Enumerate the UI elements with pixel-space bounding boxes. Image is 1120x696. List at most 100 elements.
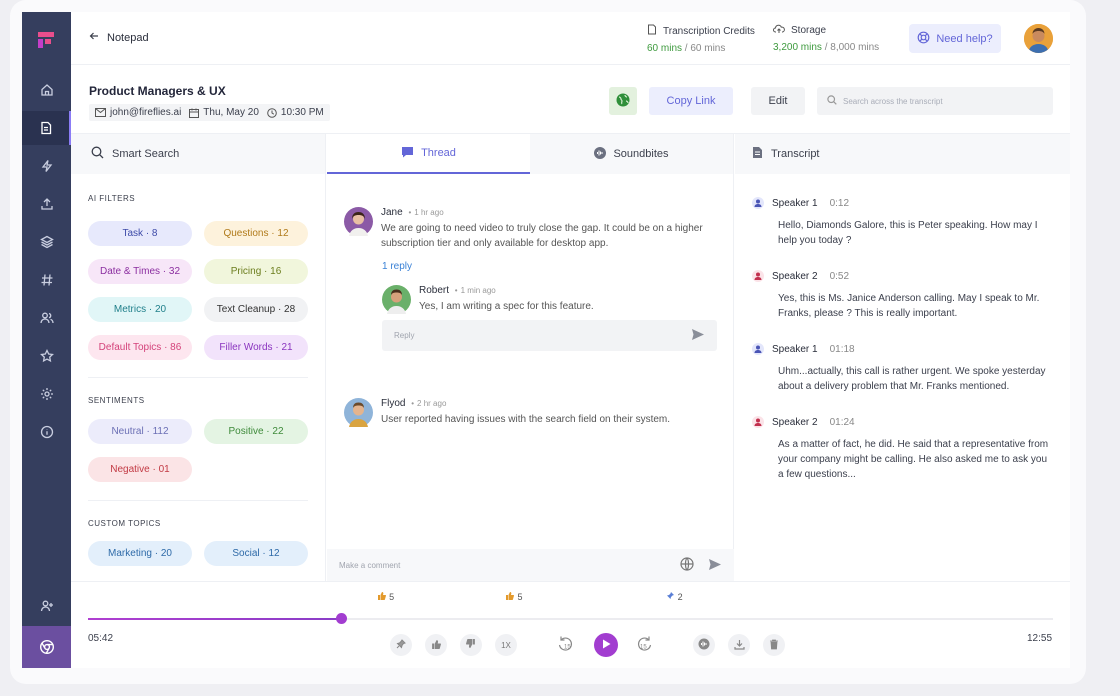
filter-pill-filler-words[interactable]: Filler Words · 21 — [204, 335, 308, 360]
filter-pill-pricing[interactable]: Pricing · 16 — [204, 259, 308, 284]
bolt-icon[interactable] — [22, 149, 71, 183]
pin-button[interactable] — [390, 634, 412, 656]
message-text: We are going to need video to truly clos… — [381, 223, 703, 249]
filter-pill-task[interactable]: Task · 8 — [88, 221, 192, 246]
user-avatar[interactable] — [1024, 24, 1053, 53]
need-help-button[interactable]: Need help? — [909, 24, 1001, 53]
back-label: Notepad — [107, 31, 149, 44]
thumbs-down-button[interactable] — [460, 634, 482, 656]
speaker-time: 0:12 — [829, 197, 850, 209]
tab-soundbites[interactable]: Soundbites — [530, 134, 733, 174]
credits-used: 60 mins — [647, 43, 683, 54]
thumbs-up-marker[interactable]: 5 — [505, 591, 523, 602]
need-help-label: Need help? — [936, 32, 993, 45]
arrow-left-icon — [89, 31, 99, 44]
storage-total: / 8,000 mins — [824, 42, 880, 53]
smart-search-panel: Smart Search AI FILTERS Task · 8 Questio… — [71, 134, 326, 581]
transcript-entry[interactable]: Speaker 2 01:24 As a matter of fact, he d… — [752, 416, 1052, 482]
soundbite-button[interactable] — [693, 634, 715, 656]
soundwave-icon — [594, 146, 607, 162]
sentiment-pill-neutral[interactable]: Neutral · 112 — [88, 419, 192, 444]
trash-icon — [769, 639, 779, 652]
smart-search-header[interactable]: Smart Search — [71, 134, 325, 174]
edit-button[interactable]: Edit — [751, 87, 805, 115]
forward-seconds: 15 — [640, 645, 647, 651]
reply-input[interactable]: Reply — [382, 320, 717, 351]
message-time: 1 hr ago — [414, 208, 444, 217]
transcript-entry[interactable]: Speaker 1 0:12 Hello, Diamonds Galore, th… — [752, 197, 1052, 248]
info-icon[interactable] — [22, 415, 71, 449]
delete-button[interactable] — [763, 634, 785, 656]
mail-icon — [95, 108, 106, 117]
transcript-text: Hello, Diamonds Galore, this is Peter sp… — [778, 220, 1038, 246]
rewind-15-button[interactable]: 15 — [555, 634, 577, 656]
top-header: Notepad Transcription Credits 60 mins / … — [71, 12, 1070, 65]
pin-icon — [396, 639, 406, 651]
forward-15-button[interactable]: 15 — [633, 634, 655, 656]
hashtag-icon[interactable] — [22, 263, 71, 297]
copy-link-button[interactable]: Copy Link — [649, 87, 733, 115]
play-button[interactable] — [594, 633, 618, 657]
share-public-button[interactable] — [609, 87, 637, 115]
send-icon[interactable] — [691, 328, 705, 343]
filter-pill-default-topics[interactable]: Default Topics · 86 — [88, 335, 192, 360]
thumbs-down-icon — [466, 639, 476, 651]
send-icon[interactable] — [708, 558, 722, 573]
transcript-title: Transcript — [771, 148, 820, 160]
calendar-icon — [189, 108, 200, 118]
clock-icon — [267, 107, 277, 118]
speed-button[interactable]: 1X — [495, 634, 517, 656]
topic-pill-marketing[interactable]: Marketing · 20 — [88, 541, 192, 566]
pin-icon — [666, 591, 675, 602]
filter-pill-questions[interactable]: Questions · 12 — [204, 221, 308, 246]
add-user-icon[interactable] — [22, 589, 71, 623]
home-icon[interactable] — [22, 73, 71, 107]
divider — [88, 500, 308, 501]
app: Notepad Transcription Credits 60 mins / … — [22, 12, 1070, 668]
sentiment-pill-positive[interactable]: Positive · 22 — [204, 419, 308, 444]
avatar — [344, 207, 373, 236]
globe-icon — [616, 93, 630, 110]
fireflies-logo — [38, 32, 54, 48]
pin-marker[interactable]: 2 — [666, 591, 683, 602]
settings-icon[interactable] — [22, 377, 71, 411]
globe-icon[interactable] — [680, 557, 694, 573]
current-time: 05:42 — [88, 633, 114, 644]
progress-knob[interactable] — [335, 613, 347, 624]
people-icon[interactable] — [22, 301, 71, 335]
upload-icon[interactable] — [22, 187, 71, 221]
tab-thread[interactable]: Thread — [327, 134, 530, 174]
filter-pill-metrics[interactable]: Metrics · 20 — [88, 297, 192, 322]
thumbs-up-button[interactable] — [425, 634, 447, 656]
progress-track[interactable] — [88, 613, 1053, 624]
topic-pill-social[interactable]: Social · 12 — [204, 541, 308, 566]
sentiment-pill-negative[interactable]: Negative · 01 — [88, 457, 192, 482]
comment-input[interactable]: Make a comment — [327, 549, 734, 581]
message-time: 1 min ago — [460, 286, 496, 295]
star-icon[interactable] — [22, 339, 71, 373]
speaker-name: Speaker 1 — [772, 343, 818, 355]
tab-thread-label: Thread — [421, 147, 456, 159]
comment-placeholder: Make a comment — [339, 560, 401, 570]
meeting-date: Thu, May 20 — [203, 107, 259, 118]
filter-pill-date-times[interactable]: Date & Times · 32 — [88, 259, 192, 284]
layers-icon[interactable] — [22, 225, 71, 259]
transcript-search-input[interactable]: Search across the transcript — [817, 87, 1053, 115]
reply-count-link[interactable]: 1 reply — [382, 261, 412, 272]
speaker-icon — [752, 416, 764, 428]
avatar — [382, 285, 411, 314]
transcript-entry[interactable]: Speaker 1 01:18 Uhm...actually, this call… — [752, 343, 1052, 394]
download-button[interactable] — [728, 634, 750, 656]
lifebuoy-icon — [917, 31, 930, 47]
download-icon — [733, 639, 745, 652]
filter-pill-text-cleanup[interactable]: Text Cleanup · 28 — [204, 297, 308, 322]
transcription-credits: Transcription Credits 60 mins / 60 mins — [647, 24, 755, 54]
notes-icon[interactable] — [22, 111, 71, 145]
search-icon — [91, 146, 104, 162]
back-button[interactable]: Notepad — [89, 31, 149, 44]
chrome-extension-icon[interactable] — [22, 626, 71, 668]
thumbs-up-marker[interactable]: 5 — [377, 591, 394, 602]
transcript-entry[interactable]: Speaker 2 0:52 Yes, this is Ms. Janice An… — [752, 270, 1052, 321]
storage: Storage 3,200 mins / 8,000 mins — [773, 24, 879, 53]
ai-filters-label: AI FILTERS — [88, 194, 136, 203]
